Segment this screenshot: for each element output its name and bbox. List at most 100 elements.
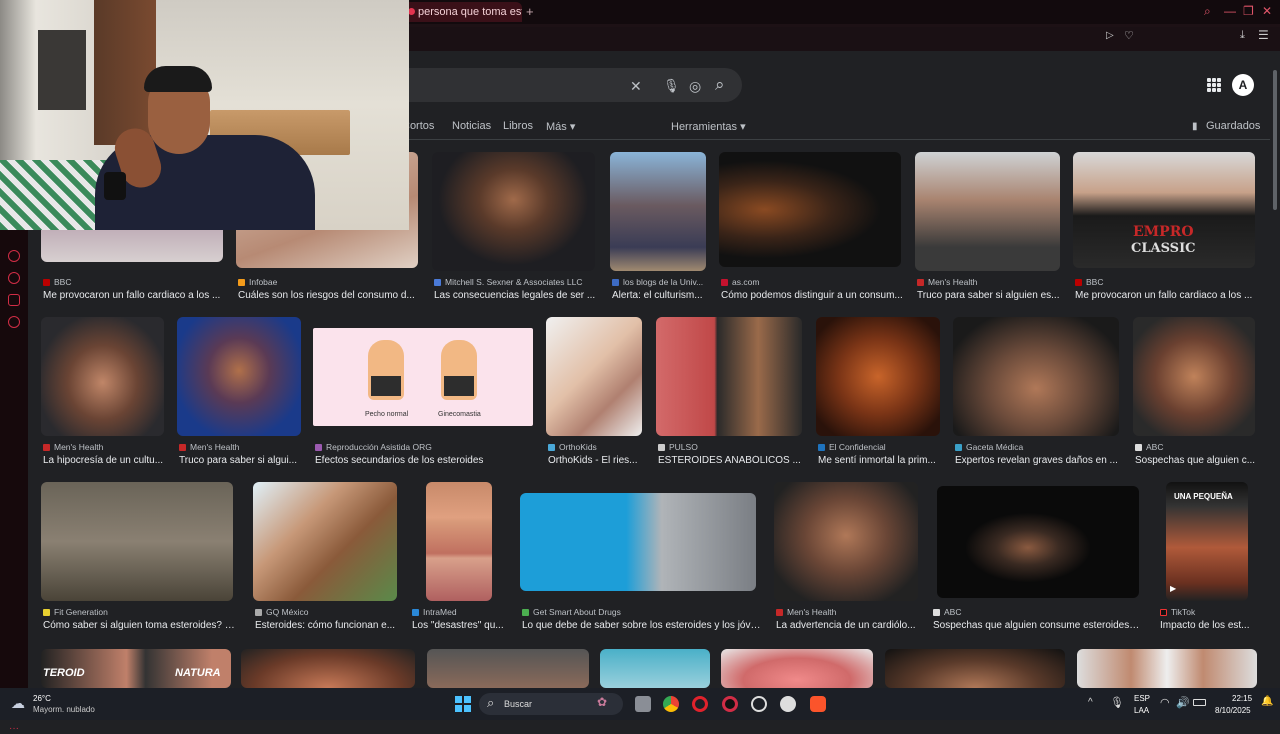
chrome-icon[interactable]	[663, 696, 679, 712]
result-card[interactable]: Pecho normal Ginecomastia Reproducción A…	[313, 317, 535, 467]
lang-layout[interactable]: LAA	[1134, 706, 1149, 715]
result-card[interactable]: Get Smart About Drugs Lo que debe de sab…	[520, 482, 762, 632]
result-card[interactable]: ABC Sospechas que alguien consume estero…	[931, 482, 1143, 632]
result-image[interactable]	[1133, 317, 1255, 436]
search-input[interactable]	[380, 68, 742, 102]
battery-icon[interactable]	[1193, 699, 1206, 706]
result-caption[interactable]: Efectos secundarios de los esteroides	[315, 455, 535, 466]
filter-noticias[interactable]: Noticias	[452, 120, 491, 132]
result-caption[interactable]: La advertencia de un cardiólo...	[776, 620, 920, 631]
result-card[interactable]: Men's Health La advertencia de un cardió…	[774, 482, 920, 632]
result-caption[interactable]: Me provocaron un fallo cardiaco a los ..…	[43, 290, 229, 301]
volume-icon[interactable]: 🔊	[1176, 696, 1190, 709]
filter-mas[interactable]: Más ▾	[546, 120, 575, 133]
result-card[interactable]: ABC Sospechas que alguien c...	[1133, 317, 1257, 467]
weather-cloud-icon[interactable]: ☁	[11, 695, 25, 712]
result-card[interactable]: EMPRO CLASSIC BBC Me provocaron un fallo…	[1073, 152, 1257, 302]
brave-icon[interactable]	[810, 696, 826, 712]
account-avatar[interactable]: A	[1232, 74, 1254, 96]
result-card[interactable]: Gaceta Médica Expertos revelan graves da…	[953, 317, 1121, 467]
result-caption[interactable]: Cómo saber si alguien toma esteroides? 7…	[43, 620, 239, 631]
result-card[interactable]: GQ México Esteroides: cómo funcionan e..…	[253, 482, 401, 632]
result-image[interactable]	[953, 317, 1119, 436]
result-caption[interactable]: Truco para saber si algui...	[179, 455, 303, 466]
opera-gx-icon[interactable]	[722, 696, 738, 712]
steam-icon[interactable]	[751, 696, 767, 712]
sidebar-add-icon[interactable]	[8, 250, 20, 262]
new-tab-button[interactable]: +	[526, 4, 534, 19]
weather-desc[interactable]: Mayorm. nublado	[33, 705, 95, 714]
result-caption[interactable]: Esteroides: cómo funcionan e...	[255, 620, 401, 631]
result-caption[interactable]: Truco para saber si alguien es...	[917, 290, 1063, 301]
result-caption[interactable]: Las consecuencias legales de ser ...	[434, 290, 600, 301]
google-apps-icon[interactable]	[1207, 78, 1221, 92]
result-card[interactable]: Fit Generation Cómo saber si alguien tom…	[41, 482, 241, 632]
sidebar-settings-icon[interactable]	[8, 316, 20, 328]
clock-date[interactable]: 8/10/2025	[1215, 706, 1251, 715]
result-card[interactable]: Men's Health Truco para saber si algui..…	[177, 317, 303, 467]
result-card[interactable]	[1077, 649, 1257, 688]
result-caption[interactable]: Alerta: el culturism...	[612, 290, 710, 301]
result-image[interactable]	[721, 649, 873, 688]
obs-icon[interactable]	[780, 696, 796, 712]
clock-time[interactable]: 22:15	[1232, 694, 1252, 703]
tools-button[interactable]: Herramientas ▾	[671, 120, 746, 133]
result-caption[interactable]: Me sentí inmortal la prim...	[818, 455, 942, 466]
clear-search-icon[interactable]: ✕	[630, 78, 642, 95]
lens-search-icon[interactable]: ◎	[689, 78, 701, 95]
result-image[interactable]	[774, 482, 918, 601]
search-submit-icon[interactable]: ⌕	[715, 75, 725, 95]
result-image[interactable]: TEROID NATURA	[41, 649, 231, 688]
maximize-icon[interactable]: ❐	[1243, 4, 1254, 18]
result-image[interactable]	[915, 152, 1060, 271]
wifi-icon[interactable]: ◠	[1160, 696, 1170, 709]
result-image[interactable]: EMPRO CLASSIC	[1073, 152, 1255, 268]
result-card[interactable]	[241, 649, 415, 688]
result-card[interactable]: PULSO ESTEROIDES ANABÓLICOS ...	[656, 317, 804, 467]
result-card[interactable]: UNA PEQUEÑA ▶ TikTok Impacto de los est.…	[1158, 482, 1258, 632]
result-image[interactable]: UNA PEQUEÑA ▶	[1166, 482, 1248, 601]
windows-start-icon[interactable]	[455, 696, 471, 712]
result-caption[interactable]: Cuáles son los riesgos del consumo d...	[238, 290, 418, 301]
result-image[interactable]	[885, 649, 1065, 688]
page-scrollbar[interactable]	[1273, 70, 1277, 210]
result-card[interactable]	[600, 649, 710, 688]
result-card[interactable]: Mitchell S. Sexner & Associates LLC Las …	[432, 152, 598, 302]
lang-code[interactable]: ESP	[1134, 694, 1150, 703]
tray-chevron-icon[interactable]: ^	[1088, 697, 1093, 708]
saved-button[interactable]: Guardados	[1206, 120, 1260, 132]
result-card[interactable]: as.com Cómo podemos distinguir a un cons…	[719, 152, 903, 302]
download-icon[interactable]: ⤓	[1240, 29, 1245, 42]
result-caption[interactable]: OrthoKids - El ries...	[548, 455, 644, 466]
result-image[interactable]	[520, 493, 756, 591]
sidebar-more-icon[interactable]: ···	[9, 723, 19, 734]
tray-mic-icon[interactable]: 🎙	[1110, 696, 1124, 709]
result-image[interactable]	[426, 482, 492, 601]
result-image[interactable]	[432, 152, 595, 271]
filter-libros[interactable]: Libros	[503, 120, 533, 132]
result-card[interactable]: Men's Health La hipocresía de un cultu..…	[41, 317, 166, 467]
result-image[interactable]	[546, 317, 642, 436]
result-image[interactable]	[427, 649, 589, 688]
search-tabs-icon[interactable]: ⌕	[1204, 4, 1211, 19]
sidebar-extensions-icon[interactable]	[8, 294, 20, 306]
result-image[interactable]	[241, 649, 415, 688]
result-image[interactable]	[41, 482, 233, 601]
voice-search-icon[interactable]: 🎙	[663, 78, 680, 94]
result-caption[interactable]: Sospechas que alguien consume esteroides…	[933, 620, 1143, 631]
result-image[interactable]	[719, 152, 901, 267]
result-card[interactable]: IntraMed Los "desastres" qu...	[410, 482, 512, 632]
result-card[interactable]	[721, 649, 873, 688]
result-image[interactable]	[610, 152, 706, 271]
result-caption[interactable]: Impacto de los est...	[1160, 620, 1258, 631]
result-caption[interactable]: Los "desastres" qu...	[412, 620, 512, 631]
result-card[interactable]	[427, 649, 589, 688]
play-icon[interactable]: ▷	[1106, 30, 1114, 41]
result-card[interactable]: TEROID NATURA	[41, 649, 231, 688]
close-window-icon[interactable]: ✕	[1262, 4, 1272, 18]
result-image[interactable]	[656, 317, 802, 436]
bookmark-icon[interactable]: ▮	[1192, 121, 1198, 132]
sidebar-history-icon[interactable]	[8, 272, 20, 284]
result-caption[interactable]: Sospechas que alguien c...	[1135, 455, 1257, 466]
notification-icon[interactable]: 🔔	[1261, 696, 1273, 707]
